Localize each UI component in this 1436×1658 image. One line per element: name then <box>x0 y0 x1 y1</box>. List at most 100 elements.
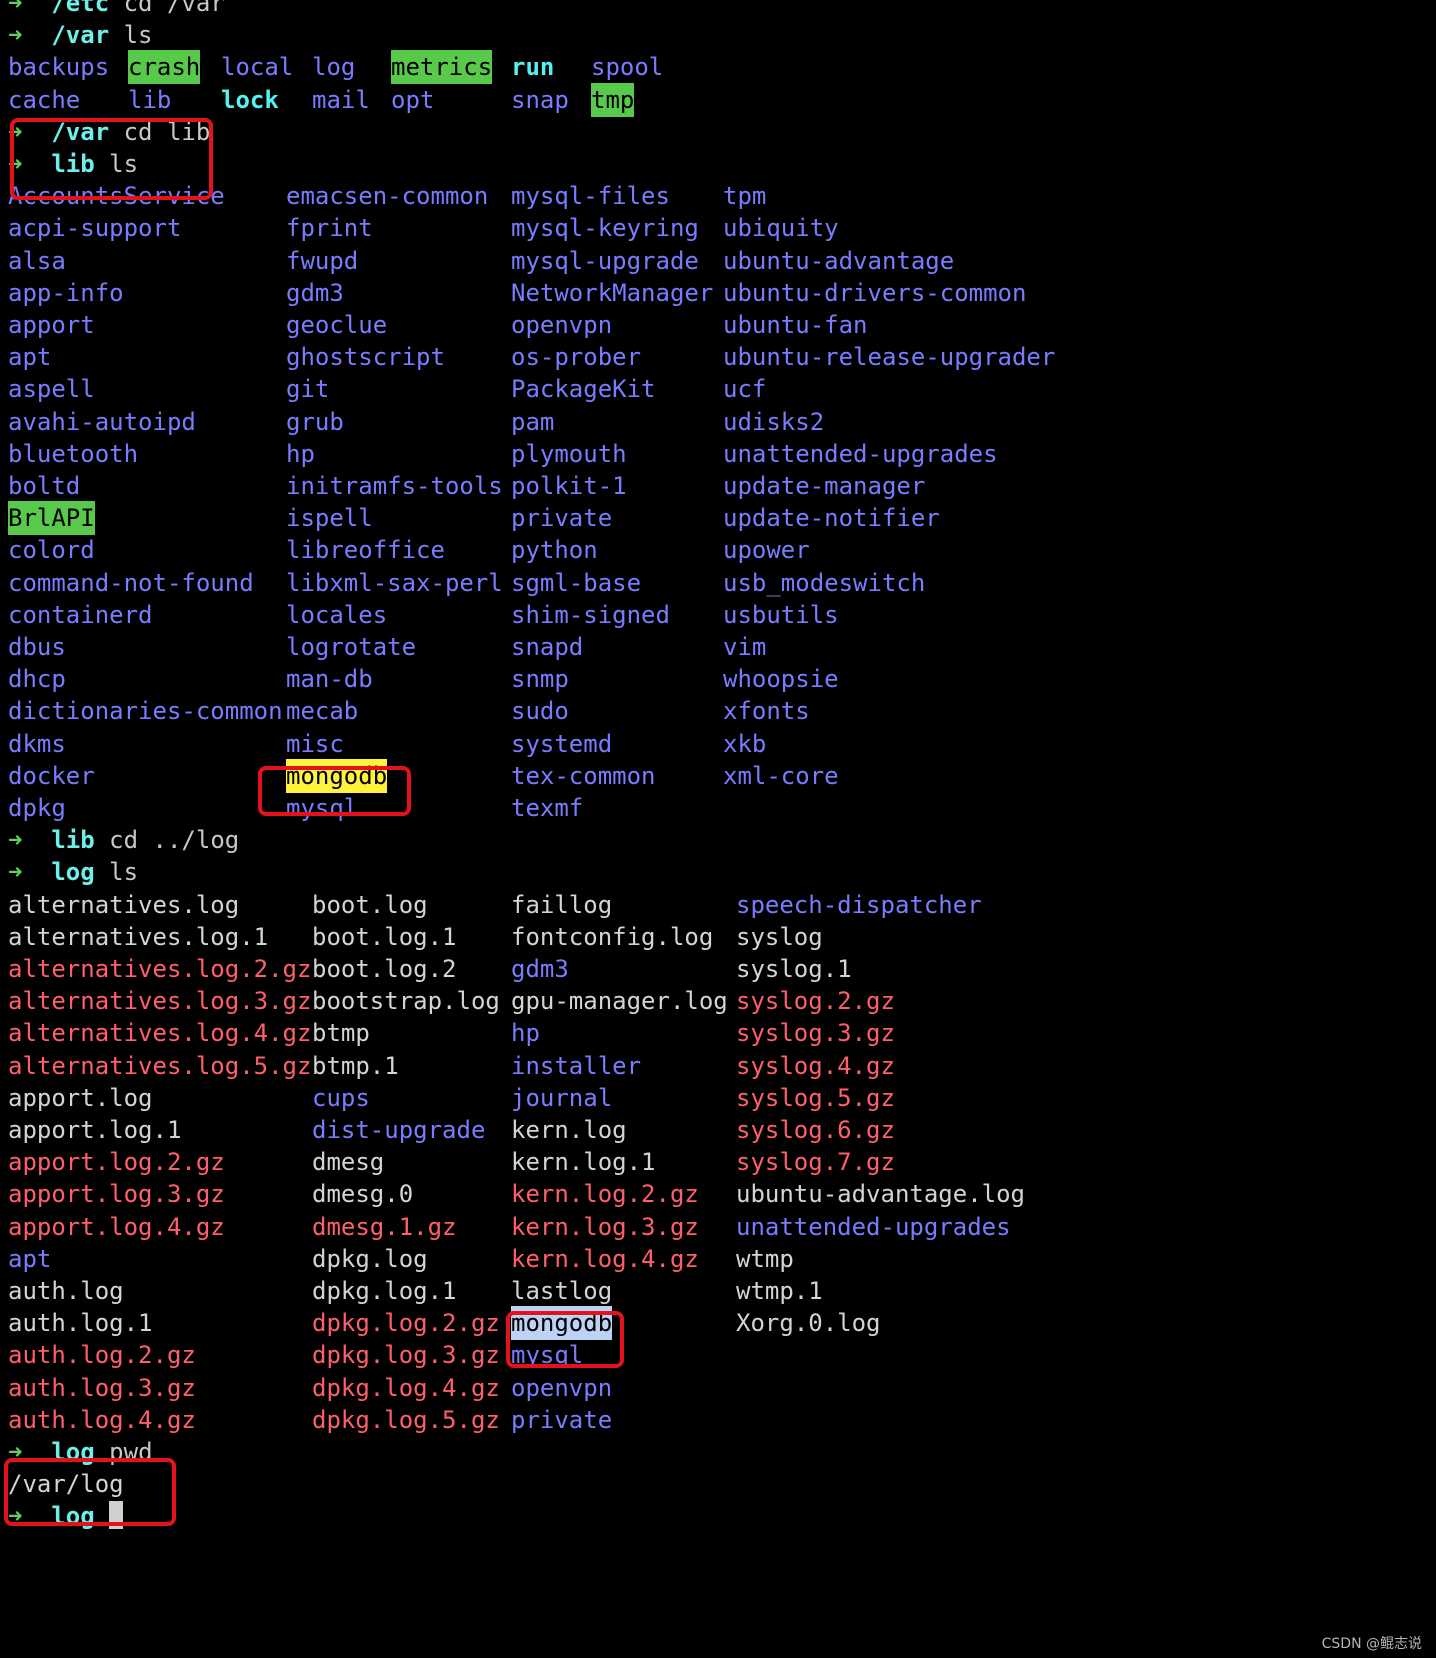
directory-entry: containerd <box>8 600 153 629</box>
directory-entry: usb_modeswitch <box>723 568 926 597</box>
directory-entry: ubiquity <box>723 214 839 243</box>
directory-entry: fprint <box>286 214 373 243</box>
ls-output-row: apport.log.4.gz dmesg.1.gz kern.log.3.gz un… <box>8 1210 1408 1244</box>
directory-entry: tpm <box>723 182 767 211</box>
prompt-line: ➜ log ls <box>8 855 138 889</box>
file-entry: auth.log <box>8 1277 124 1305</box>
file-entry: syslog <box>736 922 823 951</box>
file-entry: wtmp.1 <box>736 1277 823 1305</box>
ls-output-row: alternatives.log.4.gz btmp hp syslog.3.gz <box>8 1016 1408 1050</box>
directory-entry: emacsen-common <box>286 182 489 211</box>
file-entry: apport.log <box>8 1083 153 1112</box>
ls-output-row: apport.log cups journal syslog.5.gz <box>8 1081 1408 1115</box>
ls-output-row: apport geoclue openvpn ubuntu-fan <box>8 308 1408 342</box>
file-entry: btmp <box>312 1019 370 1048</box>
ls-output-row: backups crash local log metrics run spool <box>8 50 1408 85</box>
prompt-arrow-icon: ➜ <box>8 858 52 887</box>
ls-output-row: auth.log.3.gz dpkg.log.4.gz openvpn <box>8 1371 1408 1405</box>
ls-output-row: cache lib lock mail opt snap tmp <box>8 82 1408 117</box>
directory-entry: libreoffice <box>286 536 445 565</box>
directory-entry: BrlAPI <box>8 501 95 536</box>
ls-output-row: alternatives.log boot.log faillog speech-di… <box>8 888 1408 922</box>
file-entry: dpkg.log.1 <box>312 1277 457 1305</box>
prompt-arrow-icon: ➜ <box>8 21 52 50</box>
directory-entry: boltd <box>8 472 81 500</box>
file-entry: Xorg.0.log <box>736 1309 881 1338</box>
directory-entry: command-not-found <box>8 568 254 597</box>
directory-entry: xml-core <box>723 761 839 790</box>
file-entry: fontconfig.log <box>511 922 714 951</box>
directory-entry: local <box>221 53 294 82</box>
file-entry: auth.log.4.gz <box>8 1405 196 1434</box>
directory-entry: systemd <box>511 729 613 758</box>
file-entry: dmesg <box>312 1148 385 1177</box>
directory-entry: dkms <box>8 729 66 758</box>
directory-entry: upower <box>723 536 810 565</box>
directory-entry: bluetooth <box>8 439 139 468</box>
file-entry: apport.log.2.gz <box>8 1148 225 1177</box>
ls-output-row: alsa fwupd mysql-upgrade ubuntu-advantage <box>8 244 1408 278</box>
directory-entry: installer <box>511 1051 642 1080</box>
directory-entry: gdm3 <box>511 955 569 983</box>
directory-entry: unattended-upgrades <box>723 439 998 468</box>
directory-entry: snmp <box>511 665 569 694</box>
directory-entry: private <box>511 504 613 533</box>
directory-entry: lock <box>221 85 279 114</box>
directory-entry: initramfs-tools <box>286 472 503 500</box>
annotation-box-cd-lib <box>10 118 213 200</box>
directory-entry: dpkg <box>8 794 66 822</box>
file-entry: boot.log.1 <box>312 922 457 951</box>
directory-entry: libxml-sax-perl <box>286 568 503 597</box>
ls-output-row: apport.log.2.gz dmesg kern.log.1 syslog.7.g… <box>8 1145 1408 1179</box>
directory-entry: apt <box>8 343 52 372</box>
file-entry: gpu-manager.log <box>511 987 728 1016</box>
directory-entry: os-prober <box>511 343 642 372</box>
ls-output-row: AccountsService emacsen-common mysql-files… <box>8 179 1408 213</box>
prompt-arrow-icon: ➜ <box>8 826 52 855</box>
file-entry: dmesg.1.gz <box>312 1212 457 1241</box>
directory-entry: docker <box>8 761 95 790</box>
file-entry: ubuntu-advantage.log <box>736 1180 1025 1209</box>
file-entry: boot.log <box>312 890 428 919</box>
file-entry: alternatives.log.3.gz <box>8 987 312 1016</box>
directory-entry: private <box>511 1405 613 1434</box>
directory-entry: mysql-keyring <box>511 214 699 243</box>
ls-output-row: dpkg mysql texmf <box>8 791 1408 825</box>
file-entry: kern.log <box>511 1116 627 1144</box>
directory-entry: tex-common <box>511 761 656 790</box>
ls-output-row: aspell git PackageKit ucf <box>8 372 1408 406</box>
command-text: ls <box>123 21 153 50</box>
directory-entry: man-db <box>286 665 373 694</box>
directory-entry: journal <box>511 1083 613 1112</box>
file-entry: alternatives.log.1 <box>8 922 269 951</box>
directory-entry: apt <box>8 1244 52 1273</box>
file-entry: dpkg.log.5.gz <box>312 1405 500 1434</box>
directory-entry: alsa <box>8 246 66 275</box>
directory-entry: sgml-base <box>511 568 642 597</box>
ls-output-row: alternatives.log.5.gz btmp.1 installer sysl… <box>8 1049 1408 1083</box>
directory-entry: acpi-support <box>8 214 182 243</box>
terminal-window[interactable]: ➜ /etc cd /var ➜ /var ls backups crash local… <box>8 0 1428 1656</box>
ls-output-row: apt dpkg.log kern.log.4.gz wtmp <box>8 1242 1408 1276</box>
directory-entry: ghostscript <box>286 343 445 372</box>
watermark: CSDN @鲲志说 <box>1321 1636 1422 1652</box>
ls-output-row: auth.log.4.gz dpkg.log.5.gz private <box>8 1403 1408 1437</box>
file-entry: alternatives.log <box>8 890 240 919</box>
annotation-box-lib-mongodb <box>258 766 411 816</box>
file-entry: alternatives.log.2.gz <box>8 955 312 983</box>
file-entry: alternatives.log.5.gz <box>8 1051 312 1080</box>
directory-entry: dbus <box>8 633 66 661</box>
directory-entry: snapd <box>511 633 584 661</box>
directory-entry: misc <box>286 729 344 758</box>
file-entry: faillog <box>511 890 613 919</box>
directory-entry: polkit-1 <box>511 472 627 500</box>
directory-entry: PackageKit <box>511 375 656 404</box>
ls-output-row: BrlAPI ispell private update-notifier <box>8 501 1408 536</box>
ls-output-row: command-not-found libxml-sax-perl sgml-bas… <box>8 566 1408 600</box>
directory-entry: ucf <box>723 375 767 404</box>
directory-entry: whoopsie <box>723 665 839 694</box>
directory-entry: spool <box>591 53 664 82</box>
file-entry: kern.log.1 <box>511 1148 656 1177</box>
directory-entry: openvpn <box>511 311 613 339</box>
ls-output-row: containerd locales shim-signed usbutils <box>8 598 1408 632</box>
